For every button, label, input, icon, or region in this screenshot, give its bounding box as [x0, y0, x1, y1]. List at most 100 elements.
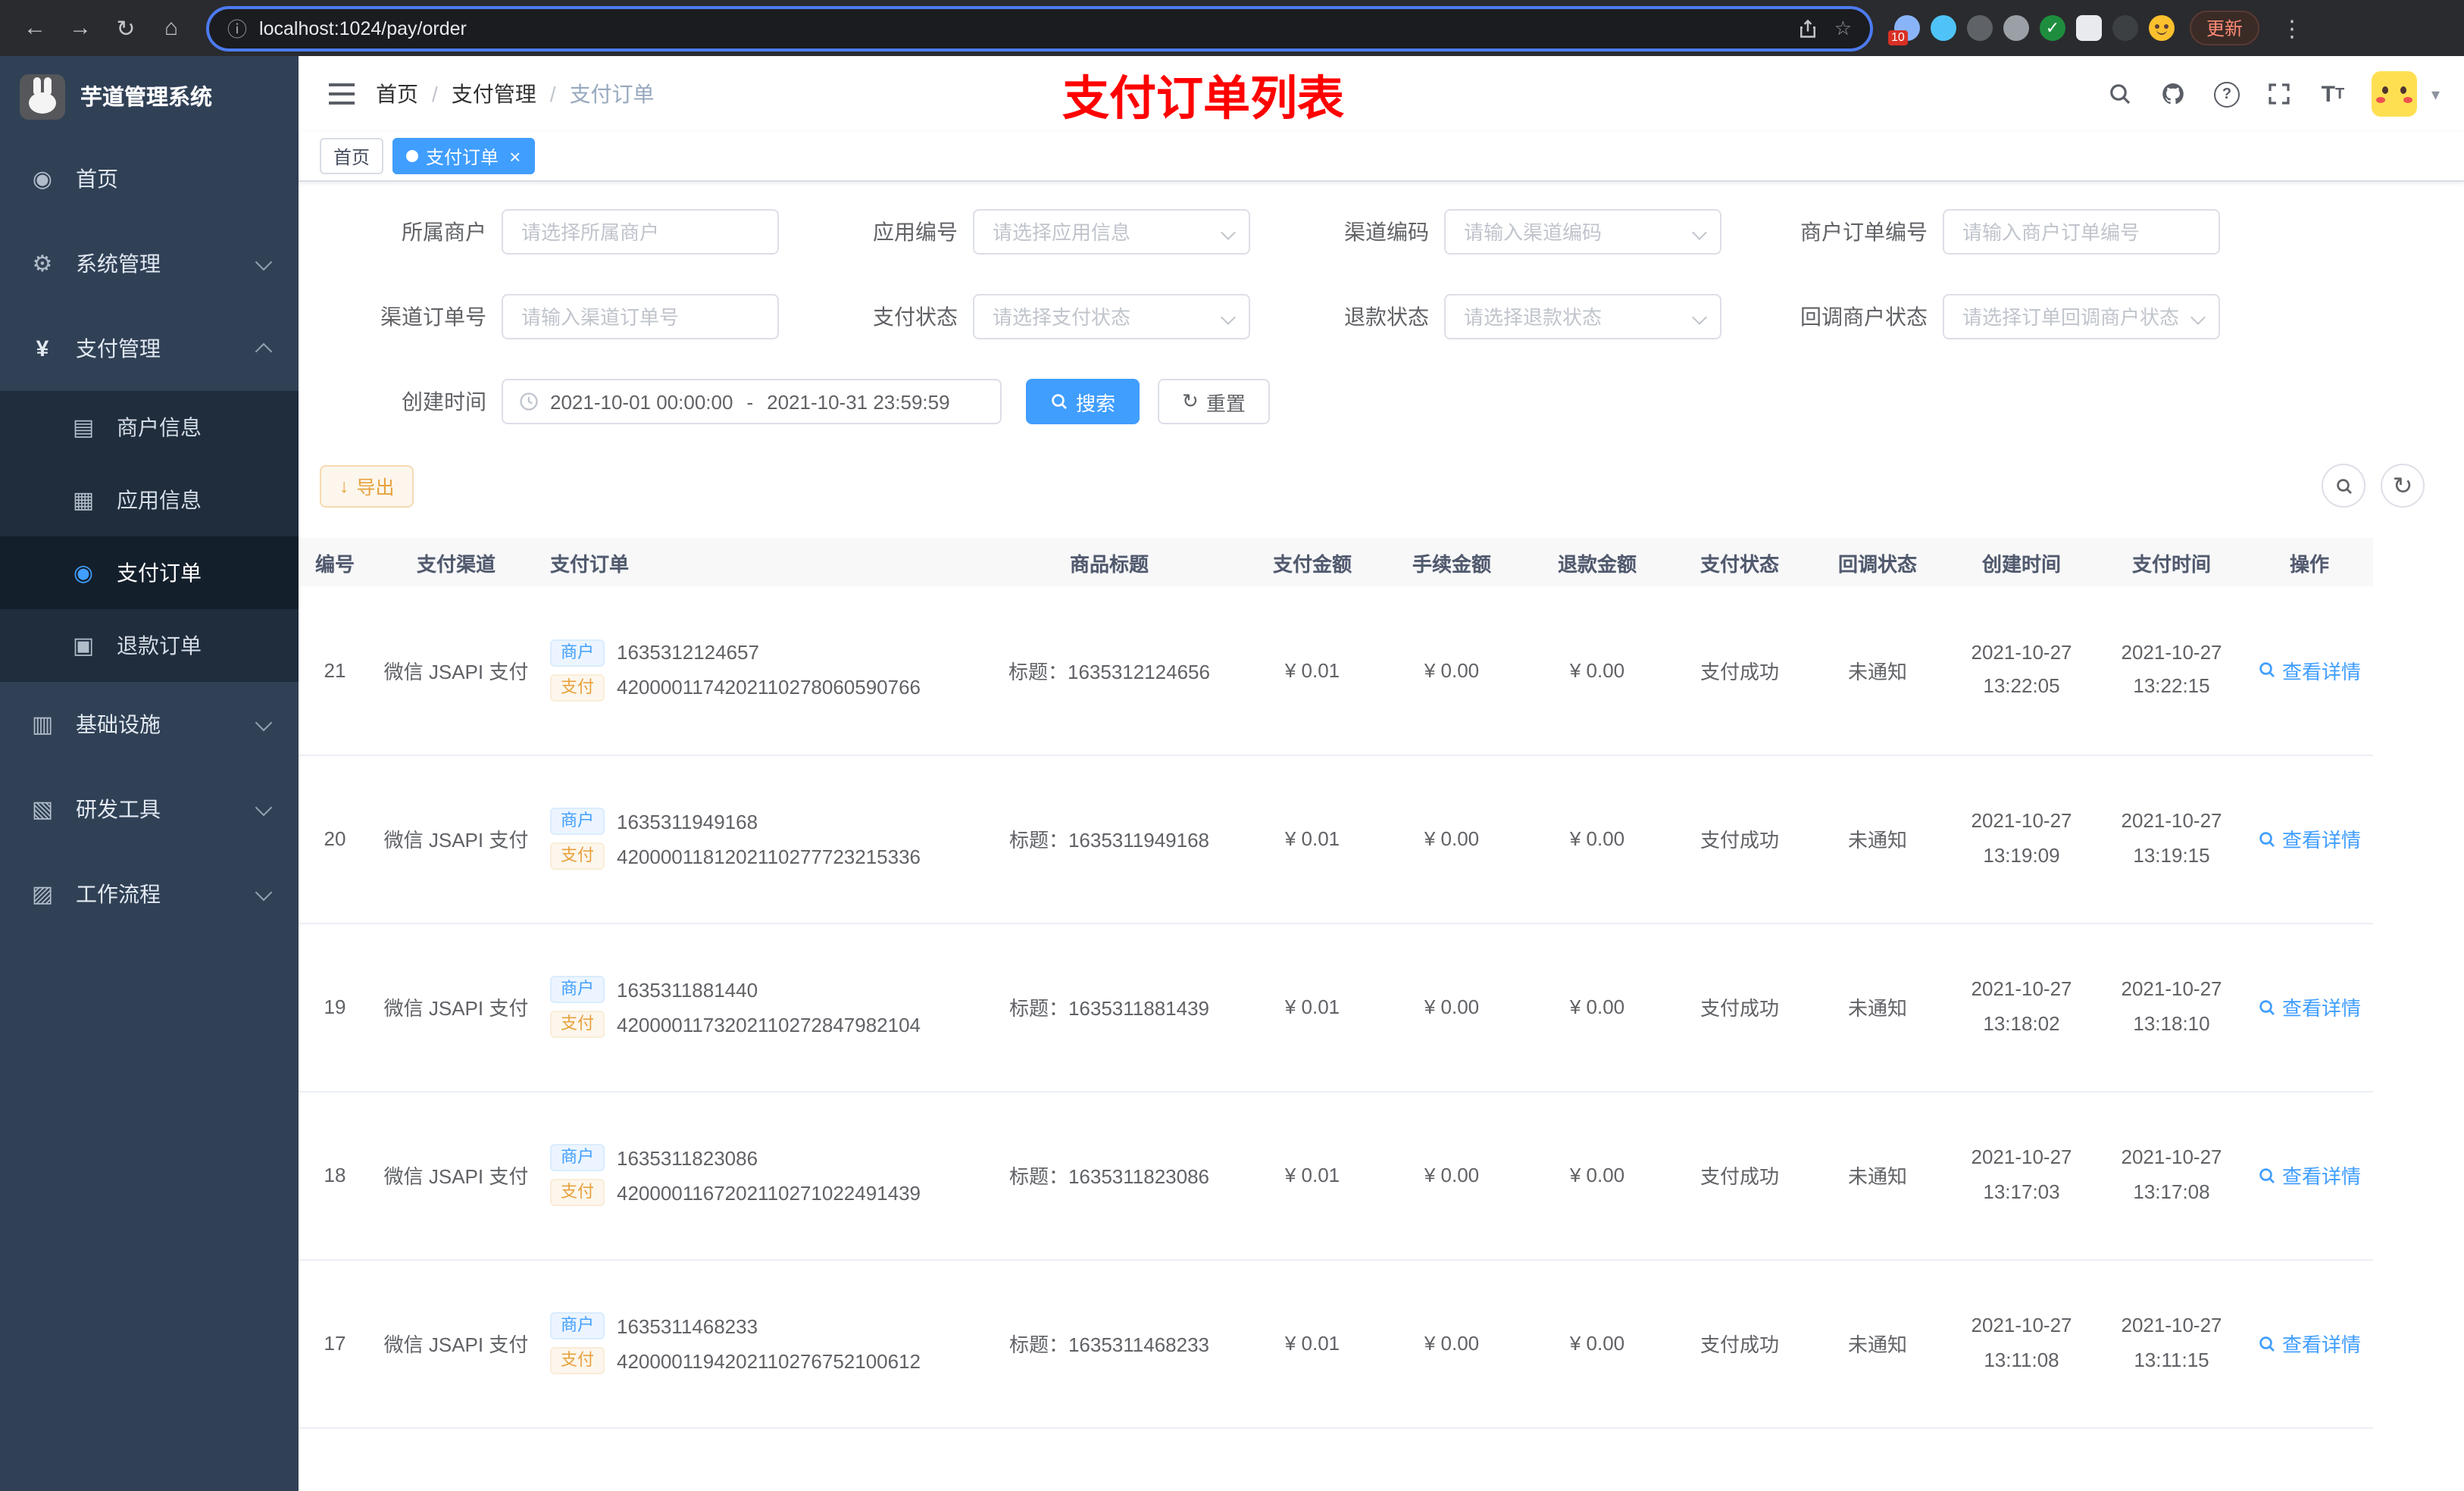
bookmark-star-icon[interactable]: ☆: [1834, 16, 1852, 40]
fullscreen-icon[interactable]: [2266, 80, 2294, 108]
address-bar[interactable]: ⓘ localhost:1024/pay/order ☆: [209, 8, 1870, 48]
view-detail-link[interactable]: 查看详情: [2258, 992, 2361, 1021]
notify-status-select[interactable]: [1943, 294, 2220, 339]
chevron-up-icon: [255, 342, 273, 361]
sidebar-item-label: 退款订单: [117, 633, 202, 658]
extension-icon-6[interactable]: [2076, 15, 2102, 41]
channel-order-no-input[interactable]: [502, 294, 779, 339]
channel-code-select[interactable]: [1444, 209, 1721, 255]
sidebar-item-system[interactable]: ⚙ 系统管理: [0, 221, 299, 306]
create-time: 13:19:09: [1983, 843, 2060, 866]
help-icon[interactable]: ?: [2213, 80, 2240, 108]
hamburger-icon[interactable]: [329, 83, 355, 105]
dashboard-icon: ◉: [32, 167, 53, 192]
reset-button[interactable]: ↻ 重置: [1158, 379, 1270, 424]
tab-home[interactable]: 首页: [320, 138, 384, 174]
tab-pay-order[interactable]: 支付订单 ×: [392, 138, 535, 174]
cell-actions: 查看详情: [2246, 1259, 2373, 1428]
view-detail-link[interactable]: 查看详情: [2258, 1161, 2361, 1189]
view-detail-label: 查看详情: [2281, 997, 2361, 1020]
reload-icon[interactable]: ↻: [106, 8, 145, 48]
pay-order-table: 编号 支付渠道 支付订单 商品标题 支付金额 手续金额 退款金额 支付状态 回调…: [299, 538, 2373, 1491]
extension-emoji-icon[interactable]: [2149, 15, 2175, 41]
cell-notify: 未通知: [1809, 1091, 1946, 1260]
breadcrumb-home[interactable]: 首页: [376, 79, 418, 109]
page-header: 首页 / 支付管理 / 支付订单 支付订单列表 ? T T ▾: [299, 56, 2464, 132]
sidebar-item-payment[interactable]: ¥ 支付管理: [0, 306, 299, 391]
sidebar-item-devtools[interactable]: ▧ 研发工具: [0, 767, 299, 852]
sidebar-item-label: 基础设施: [76, 712, 161, 736]
cell-fee: [1379, 1427, 1524, 1491]
chevron-down-icon: [255, 883, 273, 901]
pay-time: 13:18:10: [2133, 1011, 2210, 1034]
gear-icon: ⚙: [32, 252, 53, 277]
merchant-select[interactable]: [502, 209, 779, 255]
search-button[interactable]: 搜索: [1026, 379, 1140, 424]
forward-icon[interactable]: →: [61, 8, 100, 48]
pay-tag: 支付: [550, 1347, 605, 1374]
cell-fee: ¥ 0.00: [1379, 923, 1524, 1092]
sidebar-item-home[interactable]: ◉ 首页: [0, 136, 299, 221]
monitor-icon: ▥: [31, 712, 54, 738]
title-prefix: 标题：: [1008, 660, 1068, 683]
toggle-search-button[interactable]: [2322, 464, 2366, 508]
date-range-picker[interactable]: 2021-10-01 00:00:00 - 2021-10-31 23:59:5…: [502, 379, 1002, 424]
cell-amount: ¥ 0.01: [1246, 923, 1379, 1092]
screen: ← → ↻ ⌂ ⓘ localhost:1024/pay/order ☆ 10 …: [0, 0, 2464, 1491]
col-amount: 支付金额: [1246, 538, 1379, 586]
close-icon[interactable]: ×: [509, 146, 521, 166]
site-info-icon[interactable]: ⓘ: [227, 14, 247, 42]
app-logo: 芋道管理系统: [0, 56, 299, 136]
extension-icon-3[interactable]: [1967, 15, 1993, 41]
github-icon[interactable]: [2160, 80, 2187, 108]
home-icon[interactable]: ⌂: [152, 8, 191, 48]
merchant-tag: 商户: [550, 1312, 605, 1339]
breadcrumb-separator: /: [432, 82, 438, 106]
view-detail-link[interactable]: 查看详情: [2258, 1329, 2361, 1358]
extension-icon-2[interactable]: [1931, 15, 1956, 41]
app-id-select[interactable]: [973, 209, 1250, 255]
merchant-order-no-input[interactable]: [1943, 209, 2220, 255]
back-icon[interactable]: ←: [15, 8, 55, 48]
sidebar-item-label: 应用信息: [117, 488, 202, 512]
sidebar-item-workflow[interactable]: ▨ 工作流程: [0, 852, 299, 936]
sidebar-item-app-info[interactable]: ▦ 应用信息: [0, 464, 299, 536]
extension-icon-7[interactable]: [2112, 15, 2138, 41]
share-icon[interactable]: [1795, 14, 1822, 42]
pay-order-no: 4200001174202110278060590766: [617, 676, 921, 699]
extension-icon-4[interactable]: [2003, 15, 2029, 41]
sidebar-item-merchant-info[interactable]: ▤ 商户信息: [0, 391, 299, 464]
search-icon[interactable]: [2107, 80, 2134, 108]
sidebar-item-infrastructure[interactable]: ▥ 基础设施: [0, 682, 299, 767]
cell-id: 21: [299, 586, 371, 755]
extension-icon-1[interactable]: 10: [1888, 15, 1920, 45]
sidebar-item-pay-order[interactable]: ◉ 支付订单: [0, 536, 299, 609]
extension-check-icon[interactable]: ✓: [2040, 15, 2065, 41]
col-title: 商品标题: [973, 538, 1246, 586]
view-detail-link[interactable]: 查看详情: [2258, 656, 2361, 685]
export-button[interactable]: ↓ 导出: [320, 464, 414, 507]
merchant-tag: 商户: [550, 976, 605, 1003]
refresh-table-button[interactable]: ↻: [2381, 464, 2425, 508]
view-detail-link[interactable]: 查看详情: [2258, 824, 2361, 853]
filter-label: 所属商户: [402, 220, 486, 244]
browser-update-button[interactable]: 更新: [2190, 11, 2260, 45]
user-avatar[interactable]: [2372, 71, 2418, 117]
col-notify: 回调状态: [1809, 538, 1946, 586]
cell-create-time: 2021-10-27 13:17:03: [1946, 1091, 2097, 1260]
cell-status: [1670, 1427, 1809, 1491]
browser-menu-icon[interactable]: ⋮: [2275, 14, 2309, 42]
refund-status-select[interactable]: [1444, 294, 1721, 339]
cell-create-time: 2021-10-27 13:22:05: [1946, 586, 2097, 755]
font-size-icon[interactable]: TT: [2319, 80, 2347, 108]
pay-status-select[interactable]: [973, 294, 1250, 339]
breadcrumb-payment[interactable]: 支付管理: [452, 79, 536, 109]
col-id: 编号: [299, 538, 371, 586]
cell-status: 支付成功: [1670, 755, 1809, 924]
date-start: 2021-10-01 00:00:00: [550, 390, 733, 413]
cell-status: 支付成功: [1670, 586, 1809, 755]
caret-down-icon[interactable]: ▾: [2431, 84, 2440, 104]
cell-create-time: 2021-10-27 13:11:08: [1946, 1259, 2097, 1428]
cell-create-time: 2021-10-27 13:19:09: [1946, 755, 2097, 924]
sidebar-item-refund-order[interactable]: ▣ 退款订单: [0, 609, 299, 682]
